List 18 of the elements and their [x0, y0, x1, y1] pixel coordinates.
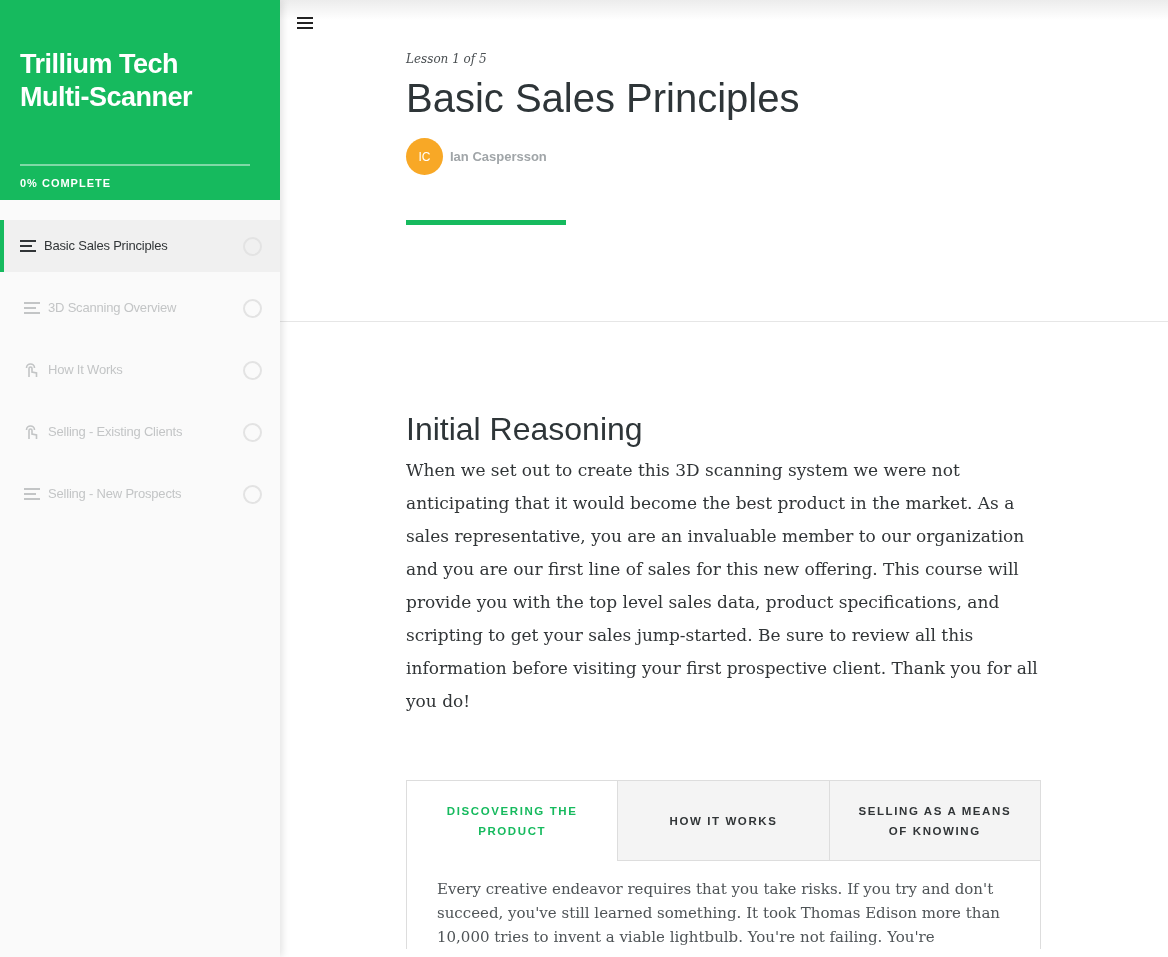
- menu-icon[interactable]: [297, 17, 313, 29]
- lesson-item[interactable]: Basic Sales Principles: [0, 220, 280, 272]
- lines-icon: [24, 302, 40, 314]
- lines-icon: [20, 240, 36, 252]
- body-paragraph: When we set out to create this 3D scanning system we were not anticipating that it would become the best product in the market. As a sales representative, you are an invaluable member to our organization and you are our first line of sales for this new offering. This course will provide you with the top level sales data, product specifications, and scripting to get your sales jump-started. Be sure to review all this information before visiting your first prospective client. Thank you for all you do!: [406, 459, 1039, 714]
- hand-tap-icon: [24, 424, 40, 440]
- progress-label: 0% COMPLETE: [20, 176, 113, 191]
- course-title: Trillium Tech Multi-Scanner: [20, 48, 194, 114]
- hand-tap-icon: [24, 362, 40, 378]
- author-name: Ian Caspersson: [450, 147, 547, 166]
- lesson-title: Basic Sales Principles: [406, 75, 801, 122]
- lines-icon: [24, 488, 40, 500]
- section-heading: Initial Reasoning: [406, 410, 644, 449]
- lesson-counter: Lesson 1 of 5: [406, 51, 488, 68]
- tab-content-text: Every creative endeavor requires that you take risks. If you try and don't succeed, you've still learned something. It took Thomas Edison more than 10,000 tries to invent a viable lightbulb. You're not failing. You're: [436, 879, 1002, 949]
- author-avatar: IC: [406, 138, 443, 175]
- tab[interactable]: HOW IT WORKS: [617, 781, 829, 862]
- tab[interactable]: SELLING AS A MEANS OF KNOWING: [828, 781, 1040, 862]
